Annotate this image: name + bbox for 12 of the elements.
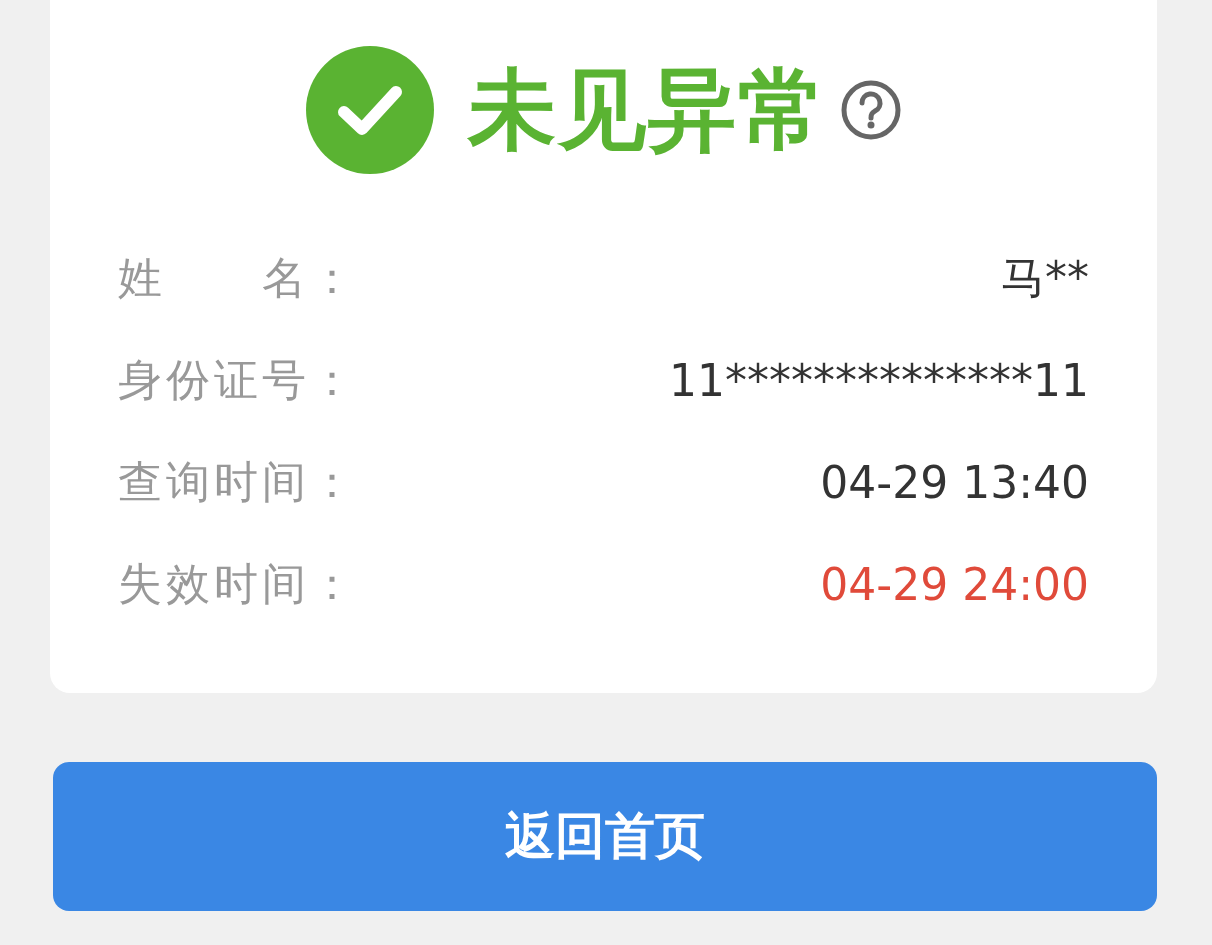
field-label: 身份证号： [118,352,358,407]
field-value: 马** [1001,250,1089,305]
field-value: 11**************11 [669,354,1089,406]
status-label: 未见异常 [467,56,828,163]
home-button[interactable]: 返回首页 [53,762,1157,911]
field-label: 姓 名： [118,250,358,305]
check-circle-icon [305,46,434,174]
field-value: 04-29 24:00 [820,558,1089,610]
help-icon[interactable] [839,79,902,141]
field-label: 查询时间： [118,454,358,509]
field-label: 失效时间： [118,556,358,611]
field-value: 04-29 13:40 [820,456,1089,508]
